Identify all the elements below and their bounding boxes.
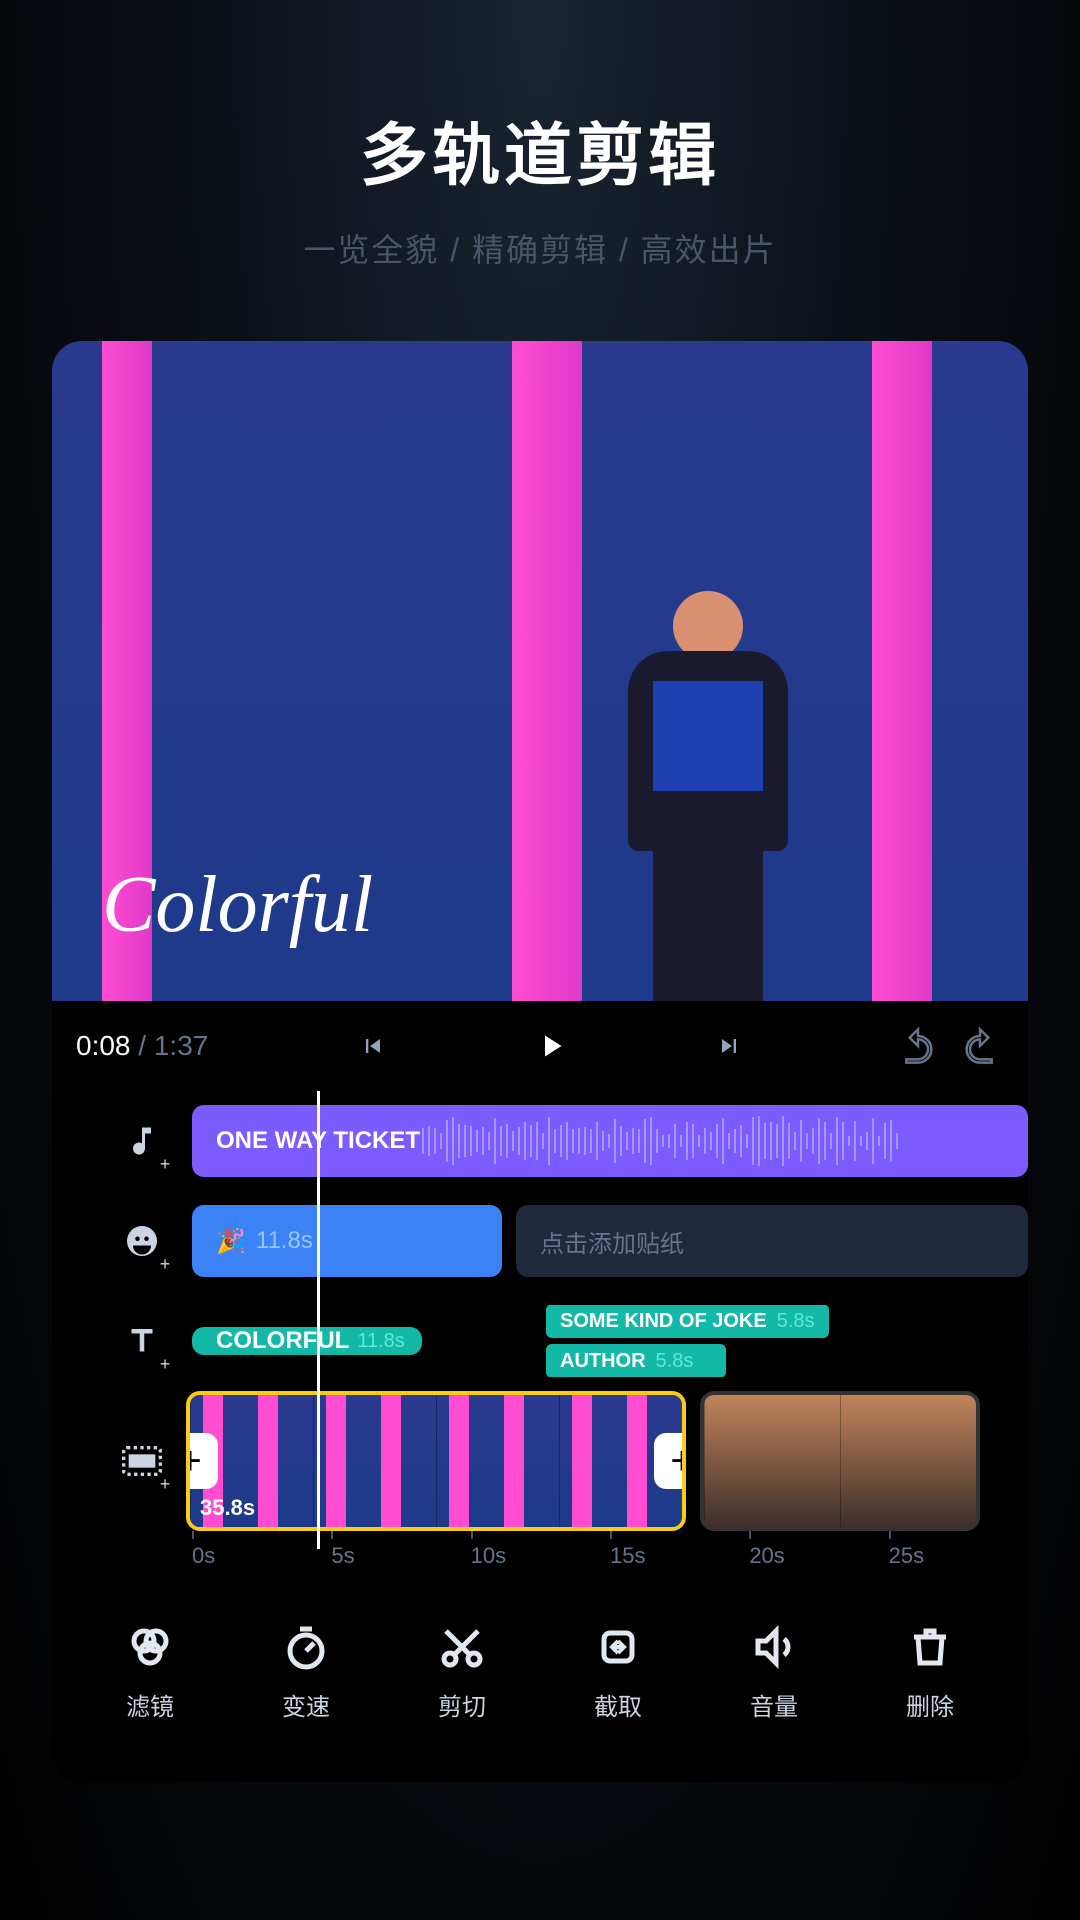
current-time: 0:08 bbox=[76, 1030, 131, 1061]
ruler-tick: 5s bbox=[331, 1543, 470, 1569]
ruler-tick: 0s bbox=[192, 1543, 331, 1569]
text-clip-label: AUTHOR bbox=[560, 1350, 646, 1373]
preview-subject bbox=[598, 591, 818, 1001]
text-clip-label: COLORFUL bbox=[216, 1327, 349, 1355]
sticker-placeholder-text: 点击添加贴纸 bbox=[540, 1224, 684, 1259]
text-clip-duration: 5.8s bbox=[777, 1310, 815, 1333]
tool-speed[interactable]: 变速 bbox=[278, 1619, 334, 1722]
tool-label: 删除 bbox=[906, 1687, 954, 1722]
tool-volume[interactable]: 音量 bbox=[746, 1619, 802, 1722]
ruler-tick: 15s bbox=[610, 1543, 749, 1569]
text-clip-duration: 11.8s bbox=[357, 1330, 404, 1353]
playback-controls: 0:08 / 1:37 bbox=[52, 1001, 1028, 1091]
bottom-toolbar: 滤镜 变速 剪切 截取 音量 删除 bbox=[52, 1589, 1028, 1782]
add-sticker-button[interactable]: + bbox=[112, 1211, 172, 1271]
tool-label: 滤镜 bbox=[126, 1687, 174, 1722]
play-button[interactable] bbox=[527, 1022, 575, 1070]
preview-graphic bbox=[872, 341, 932, 1001]
text-clip-label: SOME KIND OF JOKE bbox=[560, 1310, 767, 1333]
add-clip-after-button[interactable]: + bbox=[654, 1433, 686, 1489]
plus-icon: + bbox=[154, 1473, 176, 1495]
plus-icon: + bbox=[154, 1353, 176, 1375]
filter-icon bbox=[122, 1619, 178, 1675]
sticker-duration: 11.8s bbox=[256, 1227, 313, 1255]
text-clip-main[interactable]: COLORFUL 11.8s bbox=[192, 1327, 422, 1355]
tool-filter[interactable]: 滤镜 bbox=[122, 1619, 178, 1722]
redo-button[interactable] bbox=[956, 1022, 1004, 1070]
video-clip-selected[interactable]: + 35.8s + bbox=[186, 1391, 686, 1531]
plus-icon: + bbox=[154, 1253, 176, 1275]
video-clip[interactable] bbox=[700, 1391, 980, 1531]
watermark-text: Colorful bbox=[102, 860, 373, 951]
video-preview[interactable]: Colorful bbox=[52, 341, 1028, 1001]
cut-icon bbox=[434, 1619, 490, 1675]
header: 多轨道剪辑 一览全貌 / 精确剪辑 / 高效出片 bbox=[0, 0, 1080, 271]
sticker-clip[interactable]: 🎉 11.8s bbox=[192, 1205, 502, 1277]
crop-icon bbox=[590, 1619, 646, 1675]
text-clips-stack: SOME KIND OF JOKE 5.8s AUTHOR 5.8s bbox=[546, 1305, 829, 1377]
tool-label: 剪切 bbox=[438, 1687, 486, 1722]
text-track: + COLORFUL 11.8s SOME KIND OF JOKE 5.8s … bbox=[112, 1291, 1028, 1391]
delete-icon bbox=[902, 1619, 958, 1675]
add-music-button[interactable]: + bbox=[112, 1111, 172, 1171]
tool-crop[interactable]: 截取 bbox=[590, 1619, 646, 1722]
tool-label: 音量 bbox=[750, 1687, 798, 1722]
speed-icon bbox=[278, 1619, 334, 1675]
main-title: 多轨道剪辑 bbox=[0, 100, 1080, 199]
subtitle: 一览全貌 / 精确剪辑 / 高效出片 bbox=[0, 225, 1080, 271]
time-separator: / bbox=[131, 1030, 154, 1061]
video-editor: Colorful 0:08 / 1:37 + ONE WAY TICKET bbox=[52, 341, 1028, 1782]
text-clip-sub1[interactable]: SOME KIND OF JOKE 5.8s bbox=[546, 1305, 829, 1338]
music-track: + ONE WAY TICKET bbox=[112, 1091, 1028, 1191]
sticker-placeholder[interactable]: 点击添加贴纸 bbox=[516, 1205, 1028, 1277]
playhead[interactable] bbox=[317, 1091, 320, 1549]
tool-cut[interactable]: 剪切 bbox=[434, 1619, 490, 1722]
time-display: 0:08 / 1:37 bbox=[76, 1030, 208, 1062]
timeline: + ONE WAY TICKET + 🎉 11.8s 点击添加贴纸 bbox=[52, 1091, 1028, 1589]
plus-icon: + bbox=[154, 1153, 176, 1175]
tool-label: 截取 bbox=[594, 1687, 642, 1722]
text-clip-duration: 5.8s bbox=[656, 1350, 694, 1373]
next-button[interactable] bbox=[705, 1022, 753, 1070]
undo-button[interactable] bbox=[894, 1022, 942, 1070]
tool-label: 变速 bbox=[282, 1687, 330, 1722]
tool-delete[interactable]: 删除 bbox=[902, 1619, 958, 1722]
add-text-button[interactable]: + bbox=[112, 1311, 172, 1371]
volume-icon bbox=[746, 1619, 802, 1675]
add-clip-before-button[interactable]: + bbox=[186, 1433, 218, 1489]
ruler-tick: 25s bbox=[889, 1543, 1028, 1569]
preview-graphic bbox=[512, 341, 582, 1001]
total-time: 1:37 bbox=[154, 1030, 209, 1061]
text-clip-sub2[interactable]: AUTHOR 5.8s bbox=[546, 1344, 726, 1377]
sticker-track: + 🎉 11.8s 点击添加贴纸 bbox=[112, 1191, 1028, 1291]
waveform bbox=[422, 1105, 1028, 1177]
ruler-tick: 20s bbox=[749, 1543, 888, 1569]
add-video-button[interactable]: + bbox=[112, 1431, 172, 1491]
ruler-tick: 10s bbox=[471, 1543, 610, 1569]
video-track: + + 35.8s + bbox=[112, 1391, 1028, 1531]
time-ruler: 0s5s10s15s20s25s bbox=[112, 1531, 1028, 1589]
prev-button[interactable] bbox=[349, 1022, 397, 1070]
video-clip-duration: 35.8s bbox=[200, 1495, 255, 1521]
sticker-emoji: 🎉 bbox=[216, 1227, 246, 1256]
